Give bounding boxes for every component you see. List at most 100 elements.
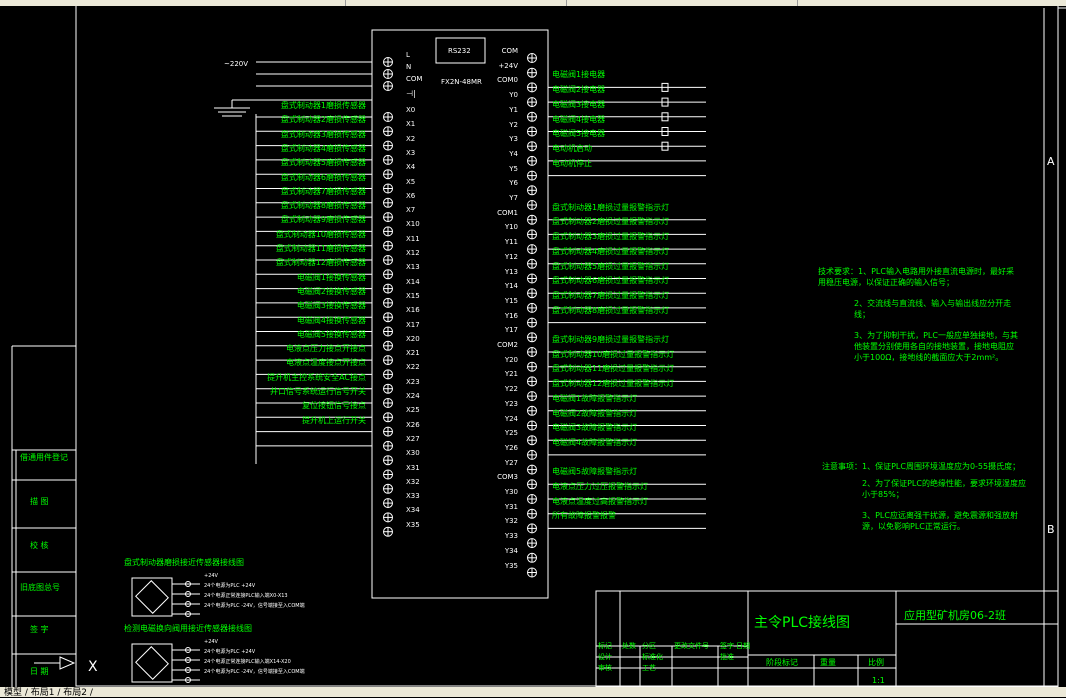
input-terminal: [383, 326, 393, 337]
input-terminal-label: X6: [406, 191, 416, 200]
input-terminal: [383, 140, 393, 151]
sensor-wire-label: +24V: [204, 639, 218, 645]
output-terminal-label: Y4: [509, 149, 518, 158]
input-terminal-label: X23: [406, 377, 420, 386]
output-terminal: [527, 111, 537, 122]
output-terminal-label: Y1: [509, 105, 518, 114]
output-label: 电磁阀4接电器: [552, 114, 606, 124]
output-terminal-label: COM: [501, 47, 518, 55]
input-terminal-label: X17: [406, 320, 420, 329]
left-label-2: 描 图: [30, 497, 49, 506]
output-terminal-label: Y25: [504, 429, 518, 438]
output-terminal-label: Y15: [504, 296, 518, 305]
output-terminal-label: Y13: [504, 267, 518, 276]
title-block: [595, 590, 1059, 687]
input-terminal: [383, 269, 393, 280]
output-terminal-label: Y3: [509, 135, 518, 144]
input-terminal-label: X4: [406, 163, 416, 172]
output-terminal-label: Y11: [504, 238, 518, 247]
left-label-1: 借通用件登记: [20, 453, 68, 462]
sensor-diagram-title-1: 盘式制动器磨损接近传感器接线图: [124, 558, 244, 567]
input-terminal: [383, 526, 393, 537]
input-terminal-label: X32: [406, 477, 420, 486]
input-terminal: [383, 297, 393, 308]
input-label: 井口信号系统运行信号开关: [270, 387, 366, 396]
input-terminal-label: X10: [406, 220, 420, 229]
input-terminal-label: X26: [406, 420, 420, 429]
output-terminal-label: Y6: [509, 179, 518, 188]
input-label: 电磁阀3接换传感器: [296, 301, 366, 311]
input-label: 盘式制动器4磨损传感器: [280, 143, 366, 153]
output-terminal-label: COM2: [497, 341, 518, 349]
input-label: 盘式制动器11磨损传感器: [275, 244, 366, 253]
output-label: 电磁阀3接电器: [552, 99, 606, 109]
input-terminal: [383, 240, 393, 251]
output-label: 盘式制动器2磨损过量报警指示灯: [552, 217, 670, 227]
input-terminal: [383, 412, 393, 423]
title-block-cell: 设计: [598, 653, 612, 661]
input-terminal: [383, 369, 393, 380]
input-terminal: [383, 426, 393, 437]
marker-a: A: [1047, 155, 1055, 168]
output-terminal: [527, 464, 537, 475]
output-terminal: [527, 317, 537, 328]
output-label: 所有故障报警报警: [552, 511, 616, 521]
output-label: 盘式制动器10磨损过量报警指示灯: [552, 349, 675, 359]
proximity-sensor-2: [131, 643, 173, 683]
output-terminal-label: Y10: [504, 223, 518, 232]
output-terminal: [527, 494, 537, 504]
output-terminal: [527, 200, 537, 210]
output-terminal-label: Y26: [504, 443, 518, 452]
ucs-arrow-icon: [59, 656, 76, 670]
input-terminal-label: X22: [406, 363, 420, 372]
input-terminal: [383, 212, 393, 223]
caution-title: 注意事项：: [822, 462, 862, 471]
input-terminal-label: X12: [406, 249, 420, 257]
input-terminal-label: X30: [406, 449, 420, 458]
input-terminal-label: X0: [406, 106, 416, 114]
output-label: 电磁阀1接电器: [552, 70, 606, 80]
input-label: 复位按钮信号接点: [302, 401, 366, 411]
proximity-sensor-1: [131, 577, 173, 617]
output-terminal: [527, 141, 537, 152]
title-block-cell: 分区: [642, 642, 656, 650]
sensor-wire-label: +24V: [204, 573, 218, 579]
output-terminal: [527, 288, 537, 299]
output-terminal-label: Y20: [504, 355, 518, 364]
input-label: 盘式制动器3磨损传感器: [280, 129, 366, 139]
output-terminal: [527, 420, 537, 431]
output-terminal: [527, 126, 537, 137]
left-label-4: 旧底图总号: [20, 583, 60, 592]
input-terminal: [383, 398, 393, 408]
title-block-cell: 批准: [720, 653, 734, 661]
output-terminal: [527, 449, 537, 460]
left-label-5: 签 字: [30, 625, 49, 634]
power-terminal-com: [383, 81, 393, 91]
output-terminal-label: Y0: [509, 91, 518, 100]
input-terminal-label: X21: [406, 349, 420, 358]
input-terminal: [383, 355, 393, 366]
input-terminal: [383, 455, 393, 466]
input-label: 电液点压力接点开接点: [286, 344, 366, 354]
input-terminal-label: X27: [406, 434, 420, 443]
output-label: 电磁阀4故障报警指示灯: [552, 437, 638, 447]
power-supply-label: ~220V: [224, 60, 249, 68]
output-terminal: [527, 258, 537, 269]
input-terminal-label: X7: [406, 206, 416, 215]
power-terminal-label: N: [406, 63, 412, 71]
output-label: 盘式制动器4磨损过量报警指示灯: [552, 246, 670, 256]
caution-item-1: 1、保证PLC周围环境温度应为0-55摄氏度；: [862, 462, 1021, 471]
output-terminal-label: Y17: [504, 326, 518, 335]
input-terminal: [383, 498, 393, 509]
output-label: 盘式制动器9磨损过量报警指示灯: [552, 335, 670, 344]
input-terminal: [383, 340, 393, 351]
input-terminal-label: X5: [406, 177, 416, 186]
output-label: 电液点压力过压报警指示灯: [552, 482, 648, 491]
left-label-table: [12, 449, 76, 687]
output-label: 盘式制动器11磨损过量报警指示灯: [552, 364, 675, 374]
left-label-6: 日 期: [30, 667, 49, 676]
input-terminal-label: X15: [406, 291, 420, 300]
output-terminal: [527, 376, 537, 387]
plc-body: [371, 29, 549, 599]
input-terminal: [383, 226, 393, 237]
